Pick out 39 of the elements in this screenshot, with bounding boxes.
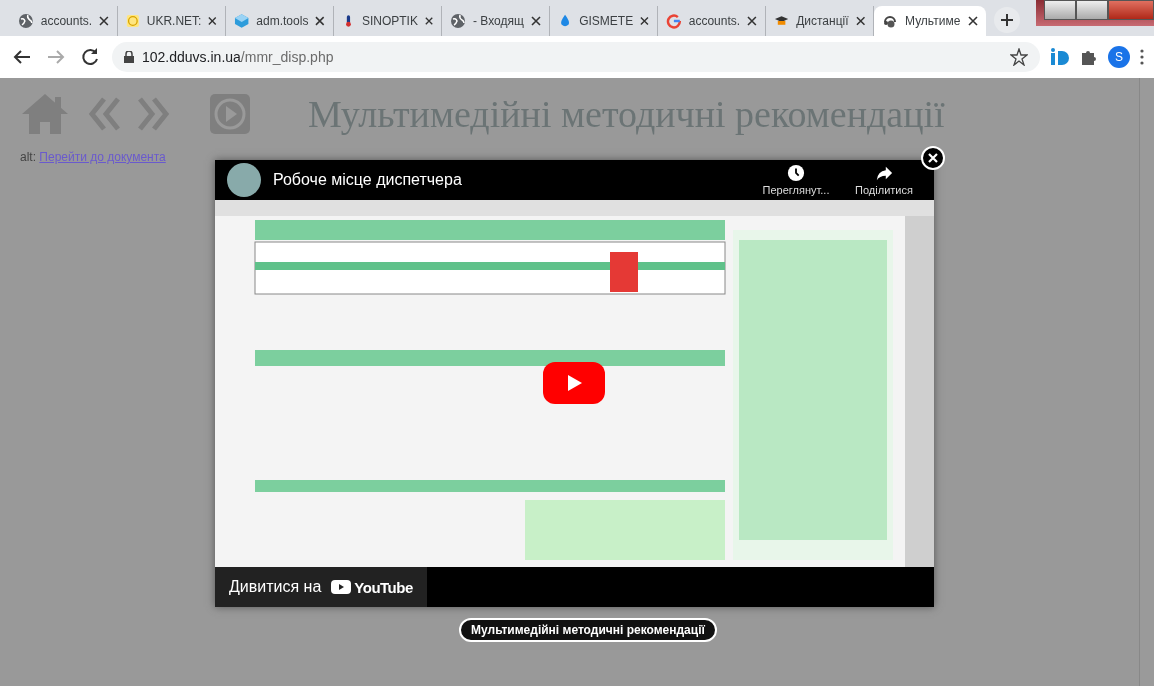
new-tab-button[interactable] — [994, 7, 1020, 33]
close-icon[interactable] — [99, 16, 109, 26]
alt-label: alt: — [20, 150, 36, 164]
favicon-icon — [450, 13, 466, 29]
close-icon[interactable] — [855, 16, 865, 26]
video-title[interactable]: Робоче місце диспетчера — [273, 171, 746, 189]
close-icon — [928, 153, 938, 163]
menu-icon[interactable] — [1140, 49, 1144, 65]
video-caption: Мультимедійні методичні рекомендації — [459, 618, 717, 642]
favicon-icon — [882, 13, 898, 29]
play-button[interactable] — [543, 362, 605, 404]
address-bar[interactable]: 102.dduvs.in.ua/mmr_disp.php — [112, 42, 1040, 72]
close-icon[interactable] — [208, 16, 217, 26]
maximize-button[interactable] — [1076, 0, 1108, 20]
watch-on-youtube-button[interactable]: Дивитися на YouTube — [215, 567, 427, 607]
extension-icon[interactable] — [1050, 48, 1070, 66]
lock-icon — [124, 51, 134, 63]
star-icon[interactable] — [1010, 48, 1028, 66]
favicon-icon — [126, 13, 140, 29]
video-action-button[interactable]: Переглянут... — [758, 164, 834, 196]
favicon-icon — [234, 13, 250, 29]
close-icon[interactable] — [531, 16, 541, 26]
favicon-icon — [18, 13, 34, 29]
share-icon — [875, 164, 893, 182]
close-icon[interactable] — [424, 16, 433, 26]
youtube-play-icon — [331, 580, 352, 594]
video-action-button[interactable]: Поділитися — [846, 164, 922, 196]
plus-icon — [1000, 13, 1014, 27]
favicon-icon — [666, 13, 682, 29]
avatar-icon — [227, 163, 261, 197]
browser-tab[interactable]: Мультиме — [874, 6, 986, 36]
profile-avatar[interactable]: S — [1108, 46, 1130, 68]
puzzle-icon[interactable] — [1080, 48, 1098, 66]
close-icon[interactable] — [968, 16, 978, 26]
close-icon[interactable] — [747, 16, 757, 26]
clock-icon — [787, 164, 805, 182]
minimize-button[interactable] — [1044, 0, 1076, 20]
close-icon[interactable] — [640, 16, 649, 26]
close-icon[interactable] — [315, 16, 325, 26]
